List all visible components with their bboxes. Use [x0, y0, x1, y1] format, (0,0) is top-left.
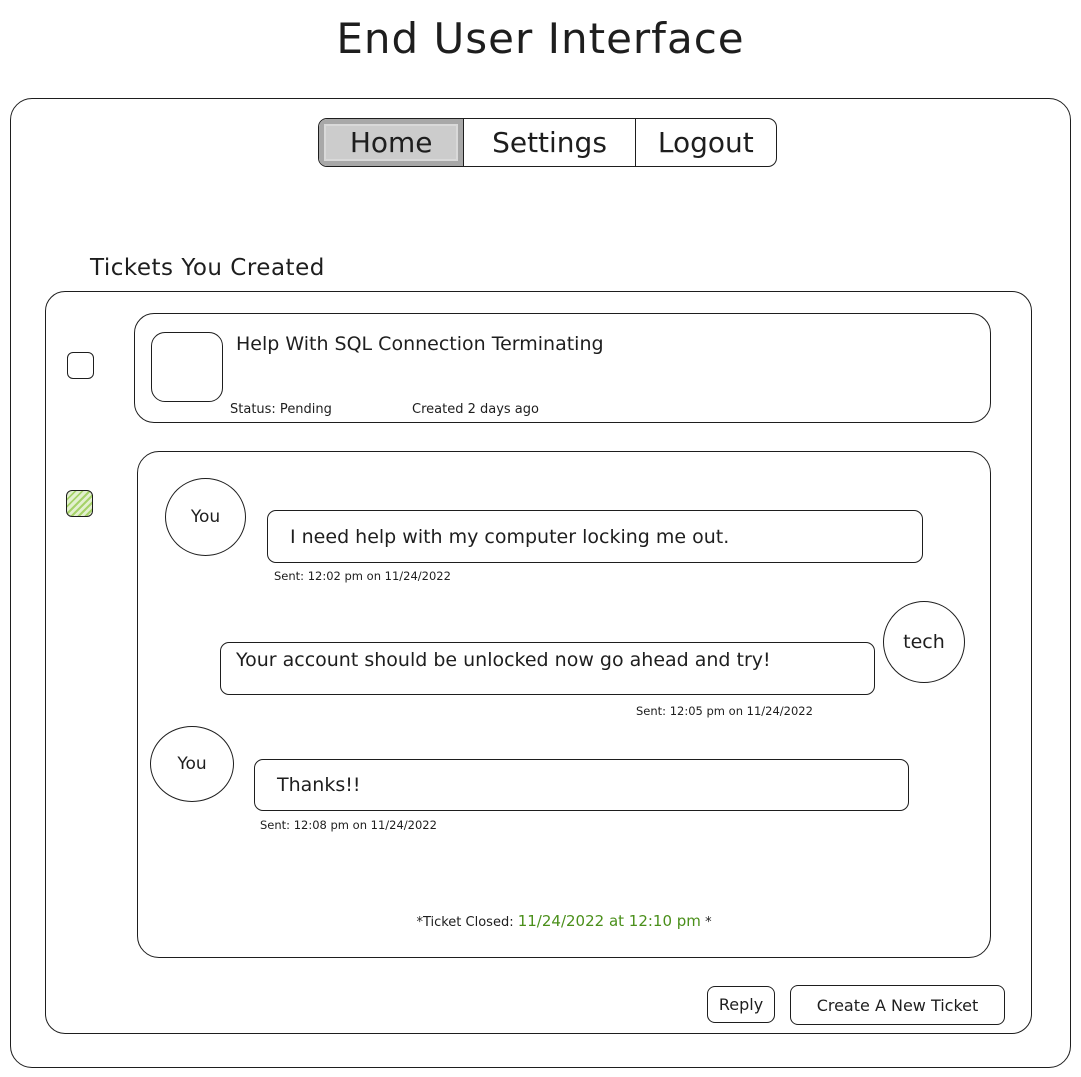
message-sent-time: Sent: 12:02 pm on 11/24/2022	[274, 569, 451, 583]
nav-bar: Home Settings Logout	[318, 118, 777, 167]
message-bubble: Your account should be unlocked now go a…	[220, 642, 875, 695]
ticket-closed-label: *Ticket Closed:	[416, 915, 514, 930]
message-bubble: Thanks!!	[254, 759, 909, 811]
create-ticket-button[interactable]: Create A New Ticket	[790, 985, 1005, 1025]
avatar-tech: tech	[883, 601, 965, 683]
tab-logout[interactable]: Logout	[636, 119, 776, 166]
ticket-closed-suffix: *	[705, 915, 712, 930]
message-sent-time: Sent: 12:08 pm on 11/24/2022	[260, 818, 437, 832]
tab-settings[interactable]: Settings	[464, 119, 636, 166]
page-title: End User Interface	[336, 14, 745, 63]
ticket-checkbox[interactable]	[67, 352, 94, 379]
ticket-created: Created 2 days ago	[412, 402, 539, 417]
message-sent-time: Sent: 12:05 pm on 11/24/2022	[636, 704, 813, 718]
thread-checkbox[interactable]	[66, 490, 93, 517]
ticket-title: Help With SQL Connection Terminating	[236, 333, 604, 355]
tab-home[interactable]: Home	[319, 119, 465, 166]
ticket-thumbnail	[151, 332, 223, 402]
reply-button[interactable]: Reply	[707, 986, 775, 1023]
message-bubble: I need help with my computer locking me …	[267, 510, 923, 563]
section-heading: Tickets You Created	[90, 255, 325, 281]
avatar-you: You	[165, 478, 246, 556]
ticket-closed-datetime: 11/24/2022 at 12:10 pm	[517, 912, 701, 930]
ticket-closed-note: *Ticket Closed: 11/24/2022 at 12:10 pm *	[137, 912, 991, 930]
ticket-status: Status: Pending	[230, 402, 332, 417]
avatar-you: You	[150, 726, 234, 802]
